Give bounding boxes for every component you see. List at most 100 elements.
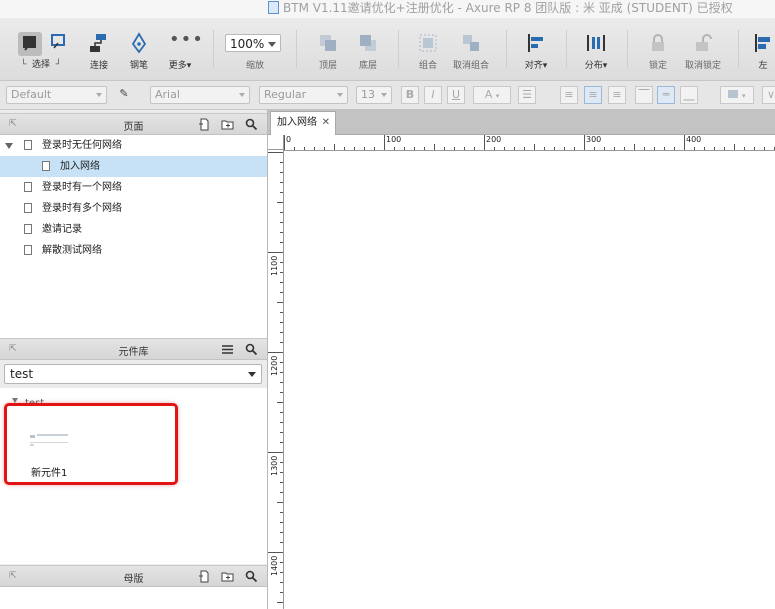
ungroup-label: 取消组合	[452, 61, 489, 71]
menu-icon[interactable]	[221, 343, 234, 356]
group-label: 组合	[418, 61, 437, 71]
expand-triangle-icon[interactable]	[5, 143, 13, 149]
connect-tool[interactable]: 连接	[82, 18, 116, 80]
bring-to-front-button[interactable]: 顶层	[310, 18, 346, 80]
toolbar-divider	[398, 30, 399, 68]
font-size-value: 13	[361, 88, 375, 101]
page-item[interactable]: 邀请记录	[0, 219, 267, 240]
text-valign-top-icon[interactable]: ⎺	[635, 86, 653, 104]
select-icon	[18, 32, 42, 56]
text-align-right-icon[interactable]: ≡	[608, 86, 626, 104]
lock-icon	[652, 34, 664, 51]
page-icon	[24, 203, 32, 213]
more-tool[interactable]: ••• 更多▾	[162, 18, 204, 80]
send-to-back-icon	[360, 35, 376, 51]
pages-tree: 登录时无任何网络 加入网络 登录时有一个网络 登录时有多个网络 邀请记录 解散测…	[0, 135, 267, 338]
font-family-select[interactable]: Arial	[150, 86, 250, 104]
unlock-label: 取消锁定	[684, 61, 721, 71]
send-to-back-button[interactable]: 底层	[350, 18, 386, 80]
zoom-label: 缩放	[245, 61, 264, 71]
close-icon[interactable]: ✕	[322, 112, 330, 134]
text-valign-middle-icon[interactable]: ═	[657, 86, 675, 104]
text-align-left-icon[interactable]: ≡	[560, 86, 578, 104]
ruler-label: 400	[686, 135, 702, 144]
fill-color-button[interactable]: ▾	[720, 86, 754, 104]
horizontal-ruler: 0 100 200 300 400	[284, 135, 775, 151]
vertical-ruler: 1100 1200 1300 1400	[268, 150, 284, 609]
font-family-value: Arial	[155, 88, 180, 101]
add-master-icon[interactable]	[198, 570, 211, 583]
search-icon[interactable]	[245, 570, 258, 583]
ungroup-button[interactable]: 取消组合	[448, 18, 494, 80]
send-to-back-label: 底层	[358, 61, 377, 71]
line-color-button[interactable]: ∨	[762, 86, 775, 104]
design-canvas[interactable]	[284, 151, 775, 609]
page-icon	[42, 161, 50, 171]
pen-tool[interactable]: 钢笔	[122, 18, 156, 80]
chevron-down-icon	[239, 93, 245, 97]
underline-button[interactable]: U	[447, 86, 465, 104]
fill-swatch-icon	[728, 90, 739, 98]
font-weight-value: Regular	[264, 88, 307, 101]
group-button[interactable]: 组合	[410, 18, 446, 80]
italic-button[interactable]: I	[424, 86, 442, 104]
add-page-icon[interactable]	[198, 118, 211, 131]
text-valign-bottom-icon[interactable]: ⎽	[680, 86, 698, 104]
library-select[interactable]: test	[4, 364, 262, 384]
tab-page[interactable]: 加入网络 ✕	[270, 111, 336, 135]
ruler-label: 1400	[270, 555, 279, 576]
page-item[interactable]: 解散测试网络	[0, 240, 267, 261]
toolbar-divider	[627, 30, 628, 68]
page-item[interactable]: 登录时有多个网络	[0, 198, 267, 219]
main-toolbar: └ 选择 ┘ 连接 钢笔 ••• 更多▾ 100% 缩放 顶层 底层 组合 取消…	[0, 18, 775, 81]
font-size-select[interactable]: 13	[356, 86, 392, 104]
chevron-down-icon	[96, 93, 102, 97]
chevron-down-icon	[381, 93, 387, 97]
page-label: 解散测试网络	[42, 245, 102, 256]
align-button[interactable]: 对齐▾	[518, 18, 554, 80]
chevron-down-icon: ▾	[741, 92, 746, 100]
add-folder-icon[interactable]	[221, 118, 234, 131]
bold-button[interactable]: B	[401, 86, 419, 104]
text-align-center-icon[interactable]: ≡	[584, 86, 602, 104]
font-color-button[interactable]: A ▾	[473, 86, 511, 104]
tab-label: 加入网络	[277, 117, 317, 128]
search-icon[interactable]	[245, 343, 258, 356]
page-icon	[24, 140, 32, 150]
search-icon[interactable]	[245, 118, 258, 131]
page-item-selected[interactable]: 加入网络	[0, 156, 267, 177]
ruler-label: 1300	[270, 455, 279, 476]
toolbar-divider	[566, 30, 567, 68]
style-editor-icon[interactable]: ✎	[115, 86, 133, 104]
lock-button[interactable]: 锁定	[640, 18, 676, 80]
style-select[interactable]: Default	[6, 86, 107, 104]
bullet-list-icon[interactable]: ☰	[518, 86, 536, 104]
title-bar: BTM V1.11邀请优化+注册优化 - Axure RP 8 团队版 : 米 …	[0, 0, 775, 19]
distribute-icon	[587, 35, 605, 51]
toolbar-divider	[296, 30, 297, 68]
page-label: 登录时有一个网络	[42, 182, 122, 193]
select-contain-tool[interactable]	[47, 18, 69, 80]
page-item[interactable]: 登录时无任何网络	[0, 135, 267, 156]
toolbar-divider	[506, 30, 507, 68]
add-folder-icon[interactable]	[221, 570, 234, 583]
select-contain-icon	[51, 34, 65, 49]
connect-label: 连接	[89, 61, 108, 71]
more-dots-icon: •••	[169, 29, 204, 50]
toolbar-divider	[738, 30, 739, 68]
ruler-label: 1100	[270, 255, 279, 276]
pen-icon	[131, 32, 147, 54]
distribute-button[interactable]: 分布▾	[578, 18, 614, 80]
group-icon	[419, 34, 437, 52]
pen-label: 钢笔	[129, 61, 148, 71]
font-color-letter: A	[484, 88, 493, 101]
align-left-icon	[528, 34, 543, 52]
align-left-button[interactable]: 左	[748, 18, 775, 80]
bring-to-front-label: 顶层	[318, 61, 337, 71]
font-weight-select[interactable]: Regular	[259, 86, 348, 104]
page-item[interactable]: 登录时有一个网络	[0, 177, 267, 198]
unlock-button[interactable]: 取消锁定	[680, 18, 726, 80]
ruler-label: 200	[486, 135, 502, 144]
red-highlight-box	[4, 403, 178, 485]
pages-panel-header: ⇱ 页面	[0, 113, 267, 135]
